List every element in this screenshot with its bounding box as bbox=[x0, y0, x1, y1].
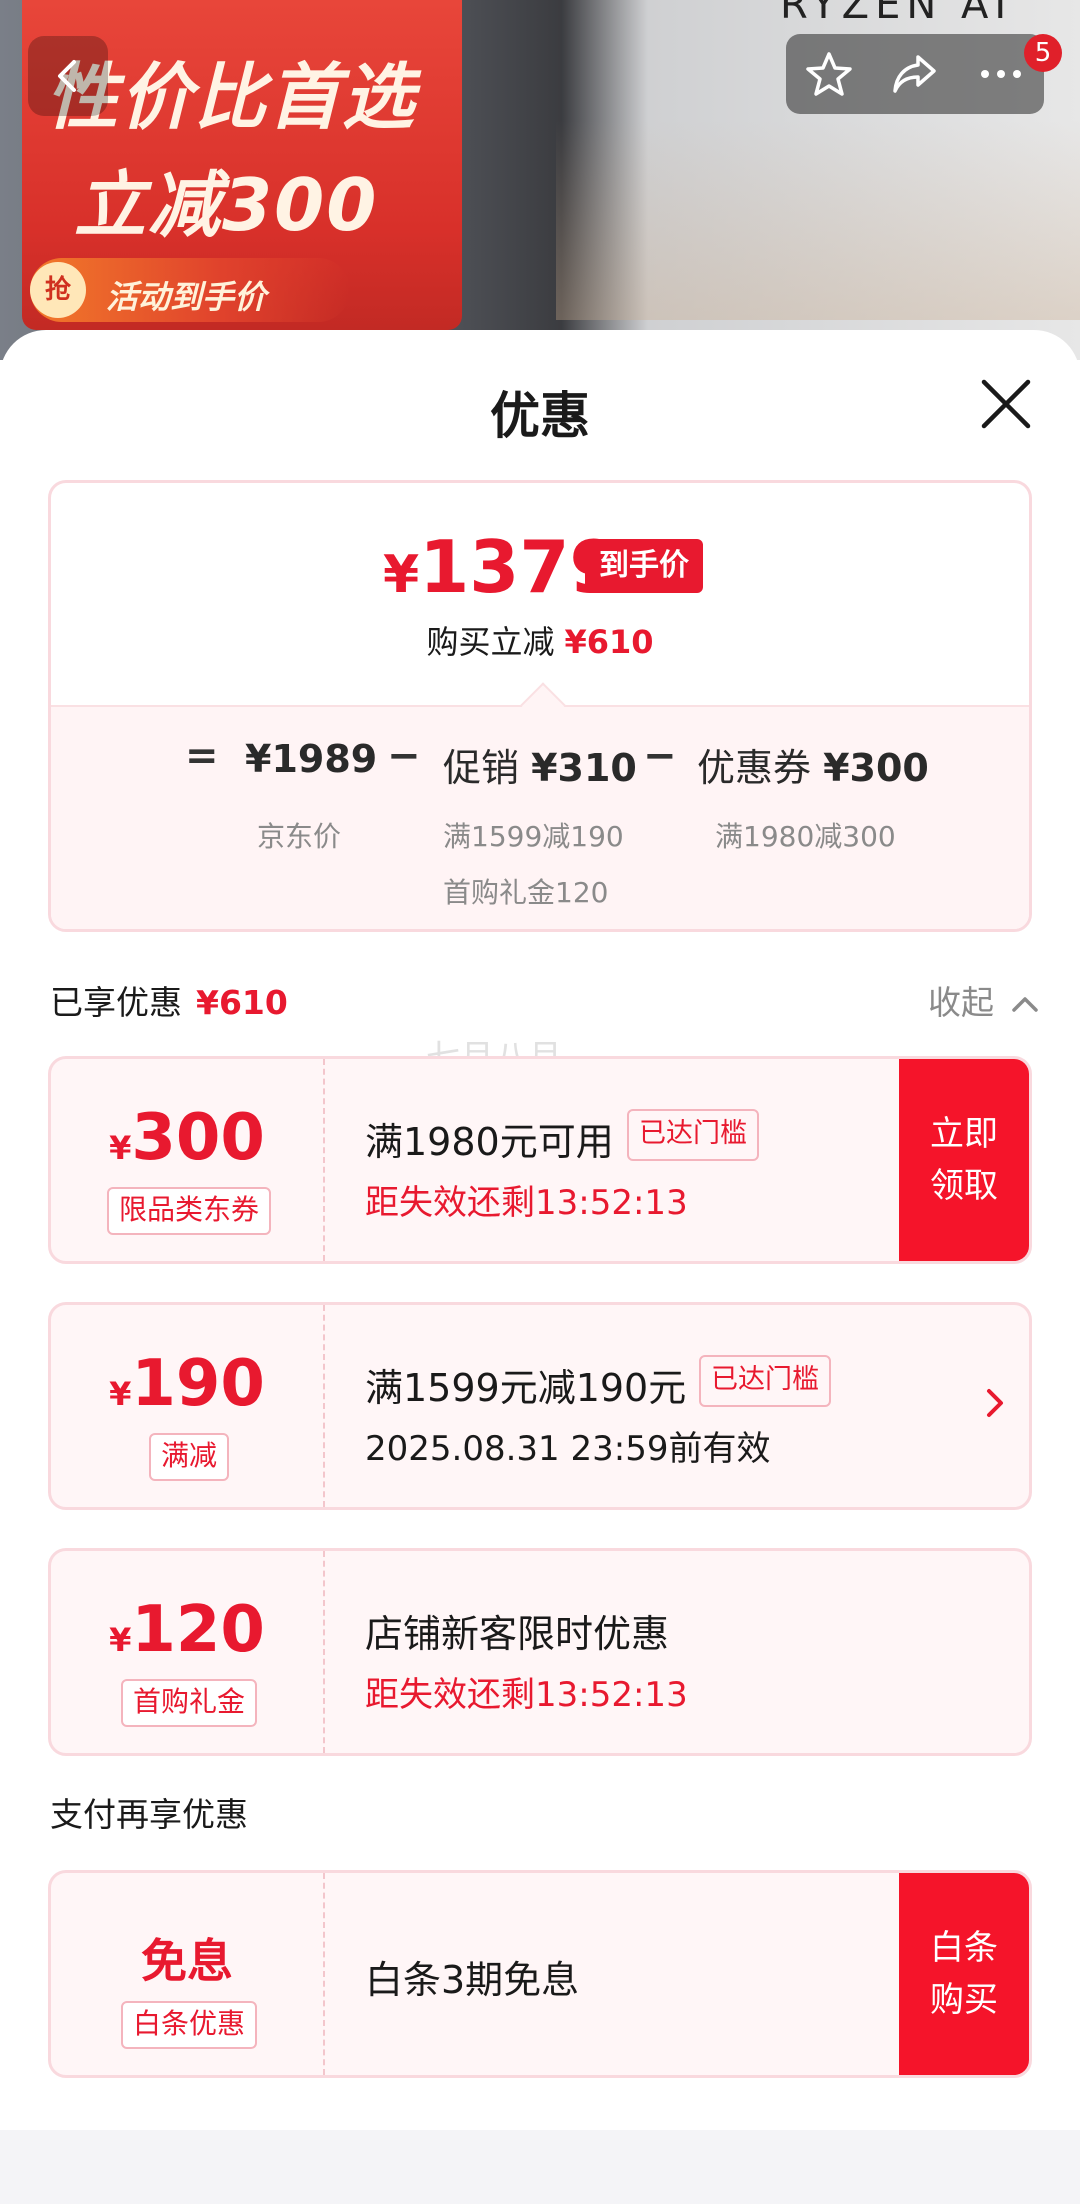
price-summary-card: ¥1379 到手价 购买立减 ¥610 = ¥1989 京东价 − 促销 ¥310… bbox=[48, 480, 1032, 932]
coupon-countdown: 距失效还剩13:52:13 bbox=[365, 1183, 688, 1223]
coupon-amount: ¥300 bbox=[109, 1101, 265, 1175]
final-price-tag: 到手价 bbox=[585, 539, 703, 593]
payment-offer-title: 白条3期免息 bbox=[365, 1958, 580, 2002]
baitiao-buy-button[interactable]: 白条 购买 bbox=[899, 1873, 1029, 2075]
brand-text: RYZEN AI bbox=[780, 0, 1013, 28]
bottom-bar bbox=[0, 2130, 1080, 2204]
product-image-background bbox=[556, 120, 1080, 320]
star-icon bbox=[806, 52, 852, 96]
coupon-condition: 满1980元可用 bbox=[365, 1120, 614, 1164]
coupon-divider bbox=[323, 1551, 325, 1753]
top-action-bar bbox=[786, 34, 1044, 114]
more-dots-icon bbox=[981, 70, 1021, 78]
notification-badge: 5 bbox=[1024, 34, 1062, 72]
enjoyed-discount-label: 已享优惠 ¥610 bbox=[50, 983, 288, 1022]
payment-offer-card: 免息 白条优惠 白条3期免息 白条 购买 bbox=[48, 1870, 1032, 2078]
coupon-condition: 满1599元减190元 bbox=[365, 1366, 687, 1410]
coupon-type-tag: 满减 bbox=[149, 1433, 230, 1481]
promo-detail-1: 满1599减190 bbox=[443, 820, 624, 853]
coupon-card: ¥300 限品类东券 满1980元可用 已达门槛 距失效还剩13:52:13 立… bbox=[48, 1056, 1032, 1264]
promo-subheadline: 立减300 bbox=[74, 163, 379, 247]
threshold-reached-tag: 已达门槛 bbox=[699, 1355, 831, 1407]
total-savings: 购买立减 ¥610 bbox=[426, 623, 654, 661]
chevron-right-icon bbox=[987, 1389, 1003, 1417]
jd-price-label: 京东价 bbox=[257, 820, 342, 853]
close-button[interactable] bbox=[976, 374, 1036, 434]
chevron-up-icon bbox=[1011, 997, 1038, 1012]
coupon-amount: ¥190 bbox=[109, 1347, 265, 1421]
promo-pill-badge: 抢 bbox=[30, 262, 86, 318]
coupon-divider bbox=[323, 1059, 325, 1261]
coupon-card: ¥120 首购礼金 店铺新客限时优惠 距失效还剩13:52:13 bbox=[48, 1548, 1032, 1756]
promo-pill-text: 活动到手价 bbox=[106, 278, 267, 316]
coupon-divider bbox=[323, 1305, 325, 1507]
interest-free-title: 免息 bbox=[141, 1934, 233, 1988]
share-button[interactable] bbox=[872, 34, 958, 114]
coupon-card[interactable]: ¥190 满减 满1599元减190元 已达门槛 2025.08.31 23:5… bbox=[48, 1302, 1032, 1510]
coupon-type-tag: 限品类东券 bbox=[107, 1187, 272, 1235]
minus-sign: − bbox=[387, 733, 421, 779]
coupon-type-tag: 首购礼金 bbox=[121, 1679, 258, 1727]
minus-sign-2: − bbox=[643, 733, 677, 779]
coupon-condition: 店铺新客限时优惠 bbox=[365, 1612, 670, 1656]
collapse-button[interactable]: 收起 bbox=[928, 976, 1039, 1024]
favorite-button[interactable] bbox=[786, 34, 872, 114]
coupon-detail: 满1980减300 bbox=[715, 820, 896, 853]
close-icon bbox=[981, 379, 1031, 429]
coupon-amount: ¥120 bbox=[109, 1593, 265, 1667]
payment-offer-tag: 白条优惠 bbox=[121, 2001, 258, 2049]
equals-sign: = bbox=[185, 733, 219, 779]
coupon-deduction: 优惠券 ¥300 bbox=[697, 746, 929, 790]
payment-section-label: 支付再享优惠 bbox=[50, 1795, 248, 1834]
back-arrow-icon bbox=[58, 60, 76, 92]
coupon-divider bbox=[323, 1873, 325, 2075]
share-icon bbox=[893, 55, 936, 93]
coupon-validity: 2025.08.31 23:59前有效 bbox=[365, 1429, 771, 1469]
promo-detail-2: 首购礼金120 bbox=[443, 876, 609, 909]
claim-coupon-button[interactable]: 立即 领取 bbox=[899, 1059, 1029, 1261]
threshold-reached-tag: 已达门槛 bbox=[627, 1109, 759, 1161]
coupon-countdown: 距失效还剩13:52:13 bbox=[365, 1675, 688, 1715]
sheet-title: 优惠 bbox=[490, 387, 590, 445]
promo-deduction: 促销 ¥310 bbox=[443, 746, 637, 790]
jd-price: ¥1989 bbox=[245, 737, 378, 781]
back-button[interactable] bbox=[28, 36, 108, 116]
